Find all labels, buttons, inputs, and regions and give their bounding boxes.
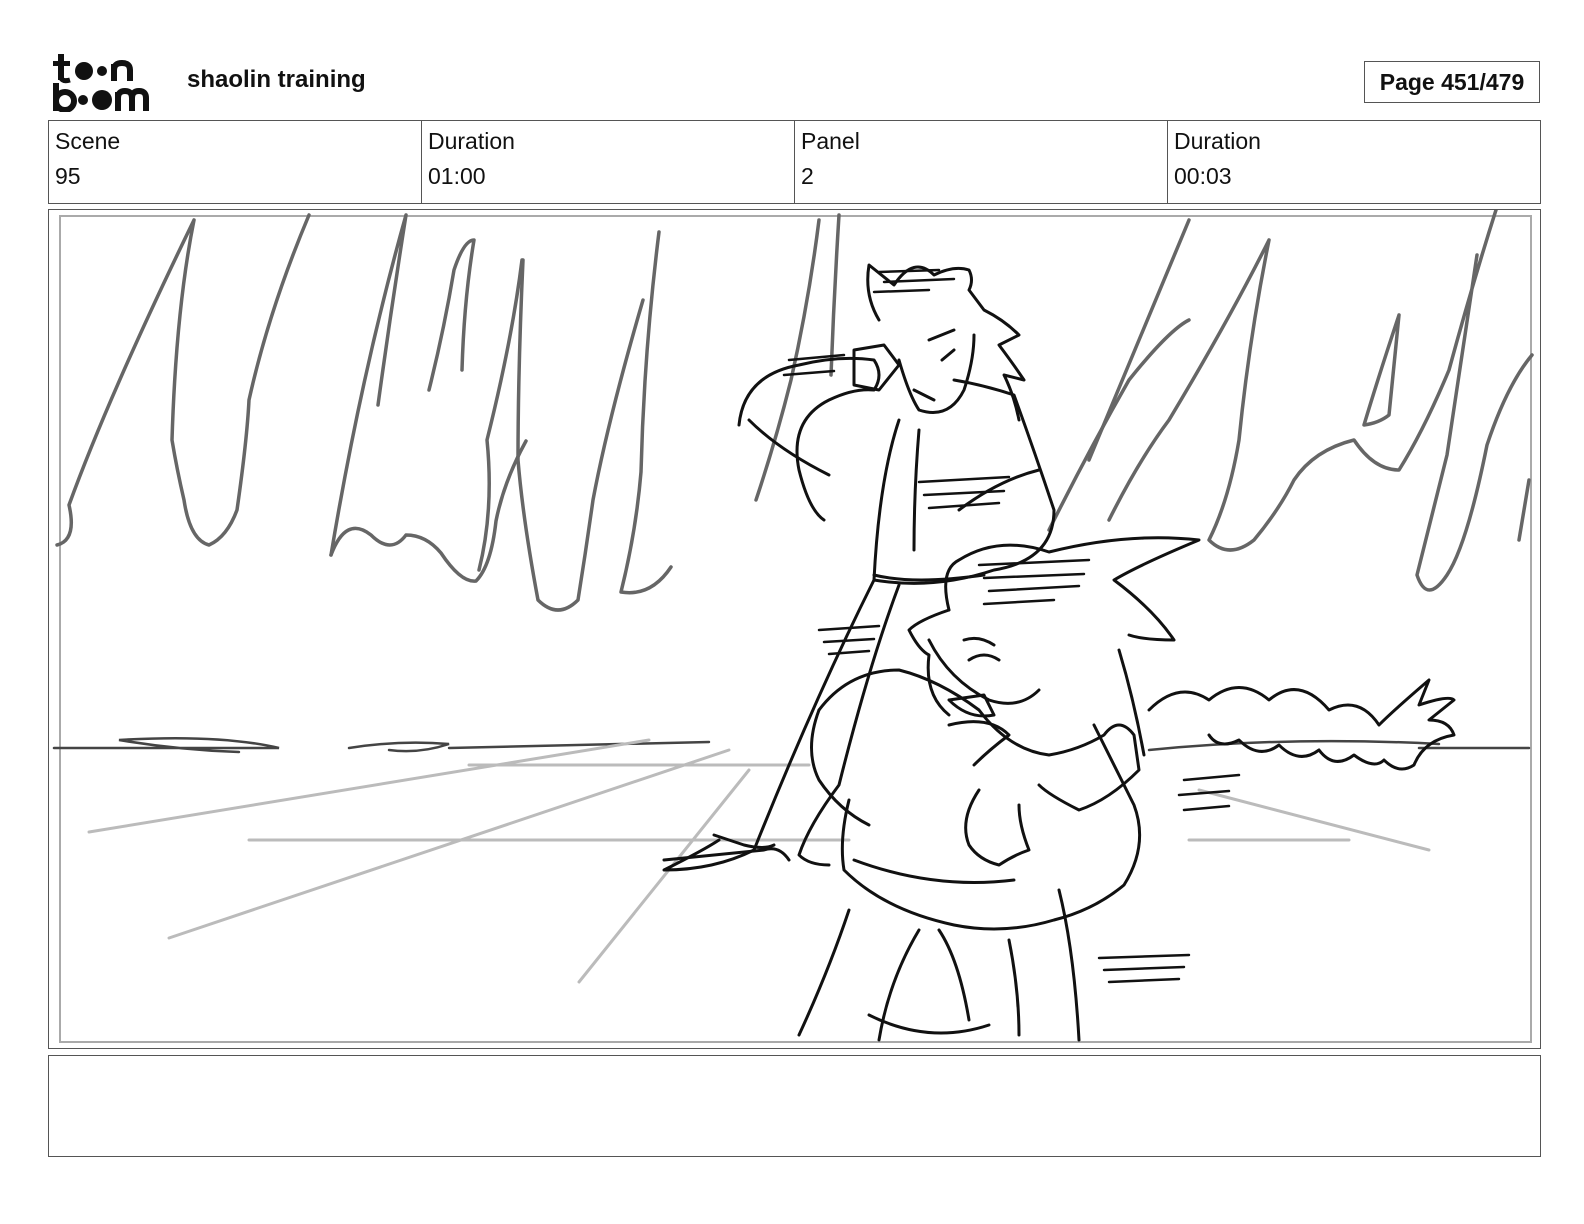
panel-duration-label: Duration xyxy=(1174,128,1261,154)
scene-duration-cell: Duration 01:00 xyxy=(422,121,795,203)
panel-value: 2 xyxy=(801,163,814,189)
panel-notes-box xyxy=(48,1055,1541,1157)
scene-duration-label: Duration xyxy=(428,128,515,154)
panel-duration-cell: Duration 00:03 xyxy=(1168,121,1540,203)
scene-duration-value: 01:00 xyxy=(428,163,486,189)
scene-value: 95 xyxy=(55,163,81,189)
page-number-badge: Page 451/479 xyxy=(1364,61,1540,103)
storyboard-panel xyxy=(48,209,1541,1049)
scene-cell: Scene 95 xyxy=(49,121,422,203)
panel-duration-value: 00:03 xyxy=(1174,163,1232,189)
panel-label: Panel xyxy=(801,128,860,154)
storyboard-sketch-fighters-icon xyxy=(52,210,1534,1043)
toonboom-logo-icon xyxy=(53,54,149,112)
scene-label: Scene xyxy=(55,128,121,154)
scene-info-table: Scene 95 Duration 01:00 Panel 2 Duration… xyxy=(48,120,1541,204)
panel-cell: Panel 2 xyxy=(795,121,1168,203)
project-title: shaolin training xyxy=(187,66,366,93)
